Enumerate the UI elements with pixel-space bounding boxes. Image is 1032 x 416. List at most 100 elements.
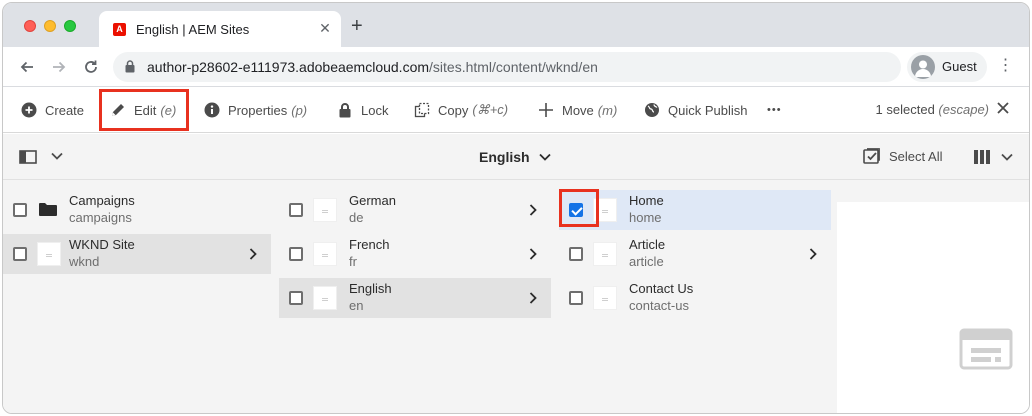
edit-button-highlight bbox=[99, 89, 189, 131]
url-text: author-p28602-e111973.adobeaemcloud.com/… bbox=[147, 59, 598, 75]
item-name: contact-us bbox=[629, 298, 689, 313]
view-toolbar: English Select All bbox=[3, 134, 1029, 180]
preview-panel bbox=[837, 202, 1029, 413]
side-panel-toggle-icon[interactable] bbox=[19, 149, 37, 165]
column-view: Campaigns campaigns WKND Site wknd Germa… bbox=[3, 180, 1029, 413]
properties-button[interactable]: Properties (p) bbox=[204, 87, 307, 133]
item-title: Home bbox=[629, 193, 664, 208]
item-name: home bbox=[629, 210, 662, 225]
item-checkbox[interactable] bbox=[289, 291, 303, 305]
column-item-english[interactable]: English en bbox=[279, 278, 551, 318]
globe-icon bbox=[645, 103, 659, 117]
item-name: wknd bbox=[69, 254, 100, 269]
browser-window: A English | AEM Sites ✕ + author-p28602-… bbox=[2, 2, 1030, 414]
select-all-icon bbox=[863, 148, 880, 164]
copy-icon bbox=[414, 102, 430, 118]
selection-shortcut: (escape) bbox=[938, 102, 989, 117]
browser-toolbar: author-p28602-e111973.adobeaemcloud.com/… bbox=[3, 47, 1029, 87]
column-2: German de French fr English en bbox=[279, 180, 551, 413]
close-window-button[interactable] bbox=[24, 20, 36, 32]
url-path: /sites.html/content/wknd/en bbox=[429, 59, 598, 75]
item-title: Contact Us bbox=[629, 281, 694, 296]
browser-menu-icon[interactable]: ⋮ bbox=[997, 57, 1014, 75]
create-label: Create bbox=[45, 102, 85, 118]
chevron-right-icon bbox=[529, 204, 537, 216]
folder-icon bbox=[39, 203, 57, 216]
chevron-down-icon[interactable] bbox=[51, 152, 63, 160]
profile-name: Guest bbox=[942, 59, 977, 74]
move-button[interactable]: Move (m) bbox=[538, 87, 617, 133]
item-name: en bbox=[349, 298, 364, 313]
select-all-label: Select All bbox=[889, 148, 943, 164]
properties-shortcut: (p) bbox=[291, 102, 308, 118]
create-button[interactable]: Create bbox=[21, 87, 84, 133]
column-item-german[interactable]: German de bbox=[279, 190, 551, 230]
item-checkbox[interactable] bbox=[13, 247, 27, 261]
page-template-icon bbox=[959, 328, 1013, 370]
forward-arrow-icon[interactable] bbox=[48, 56, 70, 78]
copy-label: Copy bbox=[438, 102, 469, 118]
item-checkbox[interactable] bbox=[569, 247, 583, 261]
chevron-right-icon bbox=[249, 248, 257, 260]
new-tab-icon[interactable]: + bbox=[351, 16, 363, 36]
item-checkbox[interactable] bbox=[569, 291, 583, 305]
add-circle-icon bbox=[21, 102, 37, 118]
tab-title: English | AEM Sites bbox=[136, 22, 250, 37]
item-checkbox[interactable] bbox=[289, 247, 303, 261]
move-label: Move bbox=[562, 102, 594, 118]
info-icon bbox=[204, 102, 220, 118]
column-item-contact-us[interactable]: Contact Us contact-us bbox=[559, 278, 831, 318]
item-checkbox[interactable] bbox=[13, 203, 27, 217]
select-all-button[interactable]: Select All bbox=[863, 148, 942, 164]
column-item-french[interactable]: French fr bbox=[279, 234, 551, 274]
item-name: article bbox=[629, 254, 664, 269]
url-host: author-p28602-e111973.adobeaemcloud.com bbox=[147, 59, 430, 75]
chevron-right-icon bbox=[529, 292, 537, 304]
column-item-campaigns[interactable]: Campaigns campaigns bbox=[3, 190, 271, 230]
selection-count-label: 1 selected bbox=[875, 102, 935, 117]
page-thumbnail bbox=[593, 242, 617, 266]
item-title: English bbox=[349, 281, 392, 296]
page-thumbnail bbox=[313, 242, 337, 266]
properties-label: Properties bbox=[228, 102, 288, 118]
chevron-right-icon bbox=[529, 248, 537, 260]
column-3: Home home Article article Contact Us con… bbox=[559, 180, 831, 413]
column-view-icon[interactable] bbox=[973, 149, 991, 165]
close-selection-icon[interactable] bbox=[995, 100, 1011, 116]
tab-close-icon[interactable]: ✕ bbox=[317, 20, 333, 36]
move-icon bbox=[539, 103, 553, 117]
move-shortcut: (m) bbox=[597, 102, 618, 118]
quick-publish-button[interactable]: Quick Publish bbox=[644, 87, 747, 133]
page-thumbnail bbox=[593, 286, 617, 310]
item-title: WKND Site bbox=[69, 237, 135, 252]
item-name: campaigns bbox=[69, 210, 132, 225]
item-name: de bbox=[349, 210, 364, 225]
chevron-right-icon bbox=[809, 248, 817, 260]
item-checkbox[interactable] bbox=[289, 203, 303, 217]
reload-icon[interactable] bbox=[80, 56, 102, 78]
breadcrumb-title[interactable]: English bbox=[479, 149, 530, 165]
page-thumbnail bbox=[313, 198, 337, 222]
avatar-icon bbox=[911, 55, 935, 79]
more-actions-button[interactable]: ••• bbox=[767, 87, 782, 133]
copy-shortcut: (⌘+c) bbox=[472, 102, 509, 117]
column-item-article[interactable]: Article article bbox=[559, 234, 831, 274]
column-item-home[interactable]: Home home bbox=[559, 190, 831, 230]
column-item-wknd-site[interactable]: WKND Site wknd bbox=[3, 234, 271, 274]
minimize-window-button[interactable] bbox=[44, 20, 56, 32]
column-1: Campaigns campaigns WKND Site wknd bbox=[3, 180, 271, 413]
browser-tab[interactable]: A English | AEM Sites ✕ bbox=[99, 11, 341, 47]
quick-publish-label: Quick Publish bbox=[668, 102, 748, 118]
tab-strip: A English | AEM Sites ✕ + bbox=[3, 3, 1029, 47]
copy-button[interactable]: Copy (⌘+c) bbox=[414, 87, 508, 133]
action-bar: Create Edit (e) Properties (p) Lock Copy (⌘… bbox=[3, 87, 1029, 133]
back-arrow-icon[interactable] bbox=[16, 56, 38, 78]
address-bar[interactable]: author-p28602-e111973.adobeaemcloud.com/… bbox=[113, 52, 901, 82]
selection-count: 1 selected (escape) bbox=[876, 102, 989, 117]
breadcrumb-chevron-down-icon[interactable] bbox=[539, 153, 551, 161]
page-thumbnail bbox=[37, 242, 61, 266]
maximize-window-button[interactable] bbox=[64, 20, 76, 32]
view-chevron-down-icon[interactable] bbox=[1001, 153, 1013, 161]
profile-button[interactable]: Guest bbox=[907, 52, 987, 82]
lock-button[interactable]: Lock bbox=[337, 87, 388, 133]
